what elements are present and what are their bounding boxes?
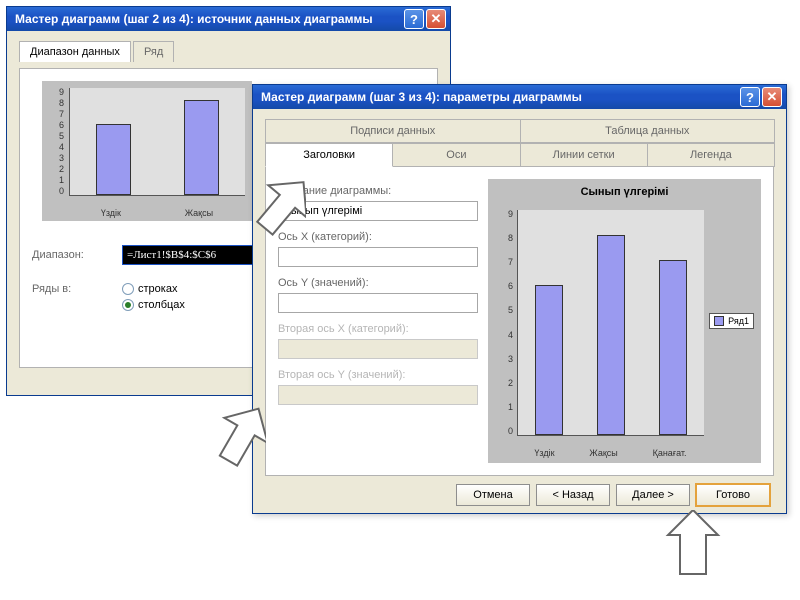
panel: Название диаграммы: Ось X (категорий): О… xyxy=(265,166,774,476)
radio-cols-label: столбцах xyxy=(138,299,185,311)
x2-axis-input xyxy=(278,339,478,359)
y2-axis-input xyxy=(278,385,478,405)
x2-axis-label: Вторая ось X (категорий): xyxy=(278,323,478,335)
y-axis-input[interactable] xyxy=(278,293,478,313)
wizard-step3-window: Мастер диаграмм (шаг 3 из 4): параметры … xyxy=(252,84,787,514)
tab-data-labels[interactable]: Подписи данных xyxy=(265,119,521,143)
pointer-arrow-icon xyxy=(658,510,728,584)
tab-data-range[interactable]: Диапазон данных xyxy=(19,41,131,62)
range-label: Диапазон: xyxy=(32,249,122,261)
titlebar[interactable]: Мастер диаграмм (шаг 2 из 4): источник д… xyxy=(7,7,450,31)
tabs: Диапазон данных Ряд xyxy=(19,41,438,62)
preview-title: Сынып үлгерімі xyxy=(489,186,760,198)
finish-button[interactable]: Готово xyxy=(696,484,770,506)
radio-rows-label: строках xyxy=(138,283,177,295)
help-icon[interactable]: ? xyxy=(740,87,760,107)
legend-label: Ряд1 xyxy=(728,316,749,326)
chart-title-label: Название диаграммы: xyxy=(278,185,478,197)
window-title: Мастер диаграмм (шаг 2 из 4): источник д… xyxy=(15,12,402,26)
window-title: Мастер диаграмм (шаг 3 из 4): параметры … xyxy=(261,90,738,104)
tab-legend[interactable]: Легенда xyxy=(647,143,775,167)
close-icon[interactable]: ✕ xyxy=(762,87,782,107)
next-button[interactable]: Далее > xyxy=(616,484,690,506)
tab-titles[interactable]: Заголовки xyxy=(265,143,393,167)
legend: Ряд1 xyxy=(709,313,754,329)
tab-series[interactable]: Ряд xyxy=(133,41,174,62)
chart-title-input[interactable] xyxy=(278,201,478,221)
button-row: Отмена < Назад Далее > Готово xyxy=(265,484,774,506)
radio-icon xyxy=(122,299,134,311)
y-axis-label: Ось Y (значений): xyxy=(278,277,478,289)
tab-gridlines[interactable]: Линии сетки xyxy=(520,143,648,167)
y2-axis-label: Вторая ось Y (значений): xyxy=(278,369,478,381)
tab-axes[interactable]: Оси xyxy=(392,143,520,167)
tabs: Подписи данных Таблица данных Заголовки … xyxy=(265,119,774,167)
chart-preview: Сынып үлгерімі 0123456789 ҮздікЖақсыҚана… xyxy=(488,179,761,463)
rows-in-label: Ряды в: xyxy=(32,283,122,295)
x-axis-label: Ось X (категорий): xyxy=(278,231,478,243)
back-button[interactable]: < Назад xyxy=(536,484,610,506)
cancel-button[interactable]: Отмена xyxy=(456,484,530,506)
close-icon[interactable]: ✕ xyxy=(426,9,446,29)
radio-rows[interactable]: строках xyxy=(122,283,185,295)
tab-data-table[interactable]: Таблица данных xyxy=(520,119,776,143)
radio-cols[interactable]: столбцах xyxy=(122,299,185,311)
titlebar[interactable]: Мастер диаграмм (шаг 3 из 4): параметры … xyxy=(253,85,786,109)
x-axis-input[interactable] xyxy=(278,247,478,267)
radio-icon xyxy=(122,283,134,295)
help-icon[interactable]: ? xyxy=(404,9,424,29)
chart-preview: 0123456789 ҮздікЖақсы xyxy=(42,81,252,221)
legend-swatch-icon xyxy=(714,316,724,326)
titles-form: Название диаграммы: Ось X (категорий): О… xyxy=(278,179,478,463)
